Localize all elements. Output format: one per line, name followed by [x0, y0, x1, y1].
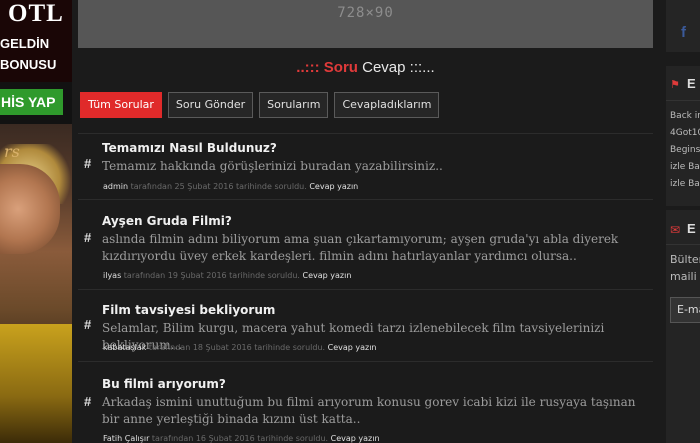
- sidebar-link[interactable]: Begins: [670, 145, 700, 155]
- reply-link[interactable]: Cevap yazın: [328, 343, 377, 352]
- right-sidebar: f ⚑ E Back in 4Got10 Begins izle Ba izle…: [660, 0, 700, 443]
- question-body: aslında filmin adını biliyorum ama şuan …: [102, 232, 619, 263]
- question-meta: kabataslak tarafından 18 Şubat 2016 tari…: [103, 343, 377, 352]
- tab-my-questions[interactable]: Sorularım: [259, 92, 329, 118]
- tab-all-questions[interactable]: Tüm Sorular: [80, 92, 162, 118]
- sidebar-link[interactable]: 4Got10: [670, 128, 700, 138]
- envelope-icon: ✉: [670, 223, 681, 237]
- tab-send-question[interactable]: Soru Gönder: [167, 92, 254, 118]
- hash-icon: #: [84, 156, 92, 171]
- left-ad-banner[interactable]: OTL GELDİN BONUSU HİS YAP rs: [0, 0, 72, 443]
- question-date: tarafından 18 Şubat 2016 tarihinde sorul…: [148, 343, 326, 352]
- divider: [666, 100, 700, 101]
- reply-link[interactable]: Cevap yazın: [331, 434, 380, 443]
- email-field[interactable]: E-ma: [670, 297, 700, 323]
- heading-word: Cevap: [357, 59, 406, 76]
- question-date: tarafından 16 Şubat 2016 tarihinde sorul…: [151, 434, 329, 443]
- question-body: Arkadaş ismini unuttuğum bu filmi arıyor…: [102, 395, 636, 426]
- question-title[interactable]: Film tavsiyesi bekliyorum: [102, 303, 275, 317]
- sidebar-link[interactable]: Back in: [670, 111, 700, 121]
- ad-script-text: rs: [4, 142, 20, 161]
- ad-subtitle-2: BONUSU: [0, 57, 57, 72]
- list-item[interactable]: # Temamızı Nasıl Buldunuz? Temamız hakkı…: [78, 133, 653, 199]
- question-author[interactable]: Fatih Çalışır: [103, 434, 149, 443]
- question-meta: ilyas tarafından 19 Şubat 2016 tarihinde…: [103, 271, 351, 280]
- question-meta: Fatih Çalışır tarafından 16 Şubat 2016 t…: [103, 434, 380, 443]
- widget-title: E: [687, 221, 696, 236]
- ad-header: OTL GELDİN BONUSU: [0, 0, 72, 82]
- sidebar-link[interactable]: izle Ba: [670, 162, 700, 172]
- tag-icon: ⚑: [670, 78, 680, 91]
- hash-icon: #: [84, 394, 92, 409]
- heading-highlight: Soru: [323, 59, 358, 76]
- list-item[interactable]: # Ayşen Gruda Filmi? aslında filmin adın…: [78, 199, 653, 289]
- qa-tabs: Tüm Sorular Soru Gönder Sorularım Cevapladı…: [80, 92, 445, 118]
- ad-subtitle-1: GELDİN: [0, 36, 50, 51]
- question-author[interactable]: ilyas: [103, 271, 121, 280]
- question-meta: admin tarafından 25 Şubat 2016 tarihinde…: [103, 182, 358, 191]
- heading-suffix: :::...: [405, 59, 435, 76]
- heading-prefix: ..:::: [296, 59, 324, 76]
- tab-my-answers[interactable]: Cevapladıklarım: [334, 92, 440, 118]
- banner-size-label: 728×90: [337, 5, 394, 21]
- question-author[interactable]: kabataslak: [103, 343, 146, 352]
- page-title: ..::: Soru Cevap :::...: [78, 59, 653, 76]
- list-item[interactable]: # Bu filmi arıyorum? Arkadaş ismini unut…: [78, 361, 653, 443]
- question-body: Temamız hakkında görüşlerinizi buradan y…: [102, 159, 443, 173]
- divider: [666, 244, 700, 245]
- question-title[interactable]: Ayşen Gruda Filmi?: [102, 214, 232, 228]
- newsletter-text: maili: [670, 270, 697, 283]
- ad-image[interactable]: rs: [0, 124, 72, 443]
- facebook-icon[interactable]: f: [681, 24, 686, 41]
- question-date: tarafından 25 Şubat 2016 tarihinde sorul…: [130, 182, 307, 191]
- top-banner-ad[interactable]: 728×90: [78, 0, 653, 48]
- question-author[interactable]: admin: [103, 182, 128, 191]
- ad-button[interactable]: HİS YAP: [0, 89, 63, 115]
- hash-icon: #: [84, 317, 92, 332]
- reply-link[interactable]: Cevap yazın: [303, 271, 352, 280]
- question-date: tarafından 19 Şubat 2016 tarihinde sorul…: [123, 271, 300, 280]
- sidebar-link[interactable]: izle Bat: [670, 179, 700, 189]
- ad-dress: [0, 324, 72, 443]
- list-item[interactable]: # Film tavsiyesi bekliyorum Selamlar, Bi…: [78, 289, 653, 361]
- reply-link[interactable]: Cevap yazın: [309, 182, 358, 191]
- hash-icon: #: [84, 230, 92, 245]
- ad-title: OTL: [8, 0, 64, 27]
- question-title[interactable]: Bu filmi arıyorum?: [102, 377, 226, 391]
- question-list: # Temamızı Nasıl Buldunuz? Temamız hakkı…: [78, 133, 653, 443]
- widget-title: E: [687, 76, 696, 91]
- question-title[interactable]: Temamızı Nasıl Buldunuz?: [102, 141, 277, 155]
- newsletter-text: Bülter: [670, 253, 700, 266]
